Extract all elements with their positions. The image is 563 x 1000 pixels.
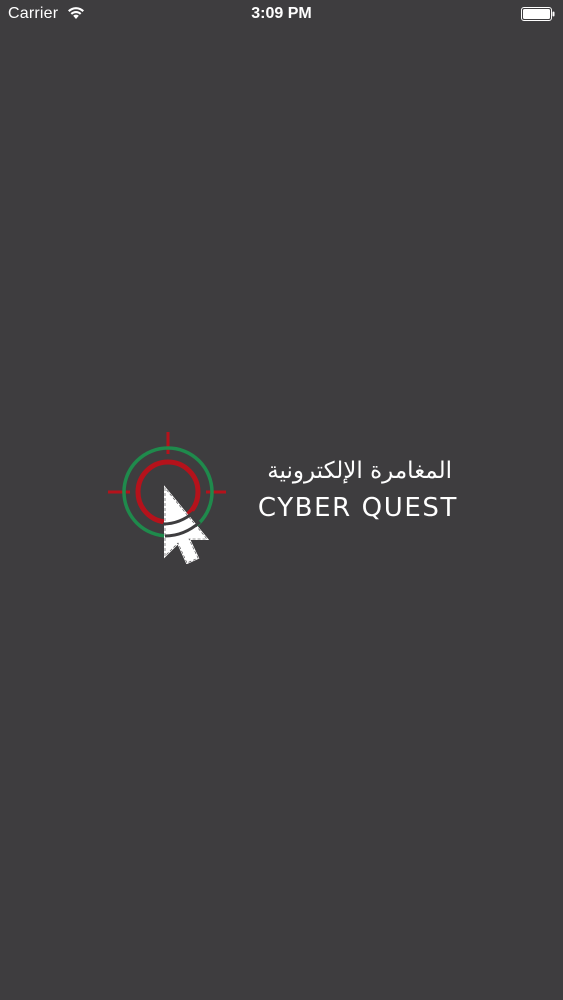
logo-arabic-title: المغامرة الإلكترونية (267, 458, 452, 484)
status-bar: Carrier 3:09 PM (0, 0, 563, 30)
splash-screen: Carrier 3:09 PM المغامرة الإلكترونية CYB… (0, 0, 563, 1000)
crosshair-cursor-icon (108, 432, 226, 564)
status-time: 3:09 PM (251, 5, 312, 22)
battery-icon (521, 7, 555, 21)
cyber-quest-logo: المغامرة الإلكترونية CYBER QUEST (108, 432, 456, 564)
logo-english-title: CYBER QUEST (257, 493, 458, 523)
